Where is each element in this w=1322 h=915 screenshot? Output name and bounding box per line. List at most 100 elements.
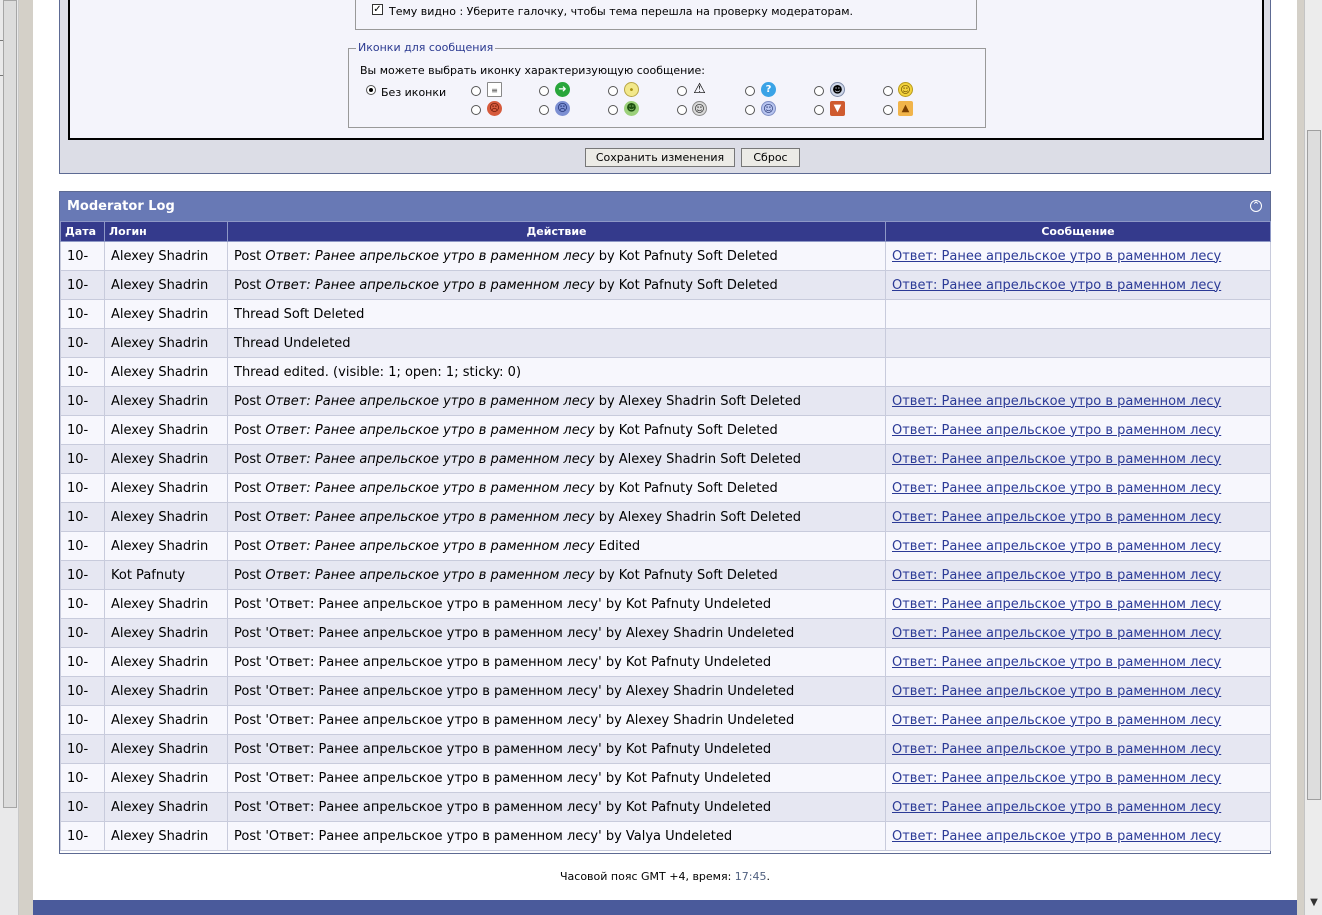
log-message: Ответ: Ранее апрельское утро в раменном … — [885, 792, 1271, 822]
log-date: 10- — [60, 676, 105, 706]
column-header-date[interactable]: Дата — [60, 221, 105, 242]
log-login: Alexey Shadrin — [104, 705, 228, 735]
cool-icon: ☻ — [830, 82, 845, 97]
message-link[interactable]: Ответ: Ранее апрельское утро в раменном … — [892, 278, 1221, 293]
moderator-log-table: Дата Логин Действие Сообщение 10- Alexey … — [60, 221, 1271, 851]
log-action-post-title: Ответ: Ранее апрельское утро в раменном … — [265, 480, 595, 496]
message-link[interactable]: Ответ: Ранее апрельское утро в раменном … — [892, 713, 1221, 728]
icon-radio[interactable] — [608, 86, 618, 96]
thread-visible-checkbox[interactable]: ✓ — [372, 4, 383, 15]
icon-radio[interactable] — [471, 105, 481, 115]
log-row: 10- Alexey Shadrin Post Ответ: Ранее апрел… — [60, 415, 1271, 445]
no-icon-radio[interactable] — [366, 85, 376, 95]
log-action-suffix: by Kot Pafnuty Soft Deleted — [594, 248, 778, 264]
scroll-down-arrow-icon[interactable]: ▼ — [1307, 897, 1321, 909]
message-link[interactable]: Ответ: Ранее апрельское утро в раменном … — [892, 481, 1221, 496]
warning-icon: ⚠ — [693, 81, 706, 97]
message-link[interactable]: Ответ: Ранее апрельское утро в раменном … — [892, 539, 1221, 554]
save-changes-button[interactable]: Сохранить изменения — [585, 148, 735, 167]
log-message: Ответ: Ранее апрельское утро в раменном … — [885, 473, 1271, 503]
log-login: Alexey Shadrin — [104, 328, 228, 358]
left-scroll-thumb[interactable] — [3, 0, 17, 808]
log-action-suffix: by Kot Pafnuty Soft Deleted — [594, 422, 778, 438]
log-action: Thread edited. (visible: 1; open: 1; sti… — [227, 357, 886, 387]
log-action-suffix: by Alexey Shadrin Soft Deleted — [594, 451, 801, 467]
log-message: Ответ: Ранее апрельское утро в раменном … — [885, 241, 1271, 271]
scrollbar-thumb[interactable] — [1307, 130, 1321, 800]
vertical-scrollbar[interactable]: ▼ — [1304, 0, 1322, 915]
log-action-suffix: by Alexey Shadrin Soft Deleted — [594, 393, 801, 409]
icon-radio[interactable] — [883, 105, 893, 115]
log-action-text: Post 'Ответ: Ранее апрельское утро в рам… — [234, 712, 795, 728]
message-link[interactable]: Ответ: Ранее апрельское утро в раменном … — [892, 452, 1221, 467]
message-link[interactable]: Ответ: Ранее апрельское утро в раменном … — [892, 597, 1221, 612]
thumbs-up-icon: ▲ — [898, 101, 913, 116]
message-link[interactable]: Ответ: Ранее апрельское утро в раменном … — [892, 394, 1221, 409]
log-date: 10- — [60, 618, 105, 648]
log-row: 10- Alexey Shadrin Post 'Ответ: Ранее апре… — [60, 647, 1271, 677]
thread-visible-row: ✓ Тему видно : Уберите галочку, чтобы те… — [355, 0, 977, 30]
message-link[interactable]: Ответ: Ранее апрельское утро в раменном … — [892, 771, 1221, 786]
column-header-action[interactable]: Действие — [227, 221, 886, 242]
log-login: Alexey Shadrin — [104, 444, 228, 474]
grin-icon: ☻ — [624, 101, 639, 116]
message-link[interactable]: Ответ: Ранее апрельское утро в раменном … — [892, 800, 1221, 815]
log-login: Alexey Shadrin — [104, 299, 228, 329]
log-action-suffix: by Kot Pafnuty Soft Deleted — [594, 567, 778, 583]
column-header-login[interactable]: Логин — [104, 221, 228, 242]
log-date: 10- — [60, 444, 105, 474]
log-action: Post Ответ: Ранее апрельское утро в раме… — [227, 473, 886, 503]
message-link[interactable]: Ответ: Ранее апрельское утро в раменном … — [892, 626, 1221, 641]
log-action-post-title: Ответ: Ранее апрельское утро в раменном … — [265, 393, 595, 409]
log-message: Ответ: Ранее апрельское утро в раменном … — [885, 444, 1271, 474]
icon-radio[interactable] — [471, 86, 481, 96]
log-action-text: Post 'Ответ: Ранее апрельское утро в рам… — [234, 828, 733, 844]
message-link[interactable]: Ответ: Ранее апрельское утро в раменном … — [892, 568, 1221, 583]
icon-radio[interactable] — [677, 86, 687, 96]
log-row: 10- Alexey Shadrin Thread Soft Deleted — [60, 299, 1271, 329]
log-action: Post Ответ: Ранее апрельское утро в раме… — [227, 386, 886, 416]
collapse-icon[interactable]: ⌃ — [1250, 200, 1262, 212]
left-strip-mark — [0, 40, 3, 41]
message-link[interactable]: Ответ: Ранее апрельское утро в раменном … — [892, 655, 1221, 670]
log-date: 10- — [60, 386, 105, 416]
reset-button[interactable]: Сброс — [741, 148, 800, 167]
icon-radio[interactable] — [608, 105, 618, 115]
log-date: 10- — [60, 415, 105, 445]
current-time: 17:45 — [734, 870, 767, 883]
message-link[interactable]: Ответ: Ранее апрельское утро в раменном … — [892, 684, 1221, 699]
log-row: 10- Alexey Shadrin Post Ответ: Ранее апрел… — [60, 531, 1271, 561]
icon-radio[interactable] — [677, 105, 687, 115]
icon-radio[interactable] — [539, 105, 549, 115]
log-action-text: Thread Undeleted — [234, 335, 351, 351]
icon-radio[interactable] — [814, 105, 824, 115]
message-link[interactable]: Ответ: Ранее апрельское утро в раменном … — [892, 249, 1221, 264]
log-action-post-title: Ответ: Ранее апрельское утро в раменном … — [265, 509, 595, 525]
log-date: 10- — [60, 531, 105, 561]
icon-radio[interactable] — [814, 86, 824, 96]
log-action: Post 'Ответ: Ранее апрельское утро в рам… — [227, 647, 886, 677]
log-date: 10- — [60, 473, 105, 503]
log-message: Ответ: Ранее апрельское утро в раменном … — [885, 560, 1271, 590]
log-date: 10- — [60, 560, 105, 590]
icon-radio[interactable] — [745, 86, 755, 96]
message-link[interactable]: Ответ: Ранее апрельское утро в раменном … — [892, 423, 1221, 438]
log-action-post-title: Ответ: Ранее апрельское утро в раменном … — [265, 422, 595, 438]
log-action-text: Post — [234, 422, 266, 438]
icon-radio[interactable] — [883, 86, 893, 96]
message-link[interactable]: Ответ: Ранее апрельское утро в раменном … — [892, 829, 1221, 844]
log-date: 10- — [60, 705, 105, 735]
icon-radio[interactable] — [745, 105, 755, 115]
log-row: 10- Alexey Shadrin Post 'Ответ: Ранее апре… — [60, 618, 1271, 648]
message-link[interactable]: Ответ: Ранее апрельское утро в раменном … — [892, 742, 1221, 757]
left-strip-mark — [0, 75, 3, 76]
column-header-message[interactable]: Сообщение — [885, 221, 1271, 242]
icon-radio[interactable] — [539, 86, 549, 96]
log-action: Thread Soft Deleted — [227, 299, 886, 329]
log-row: 10- Alexey Shadrin Thread Undeleted — [60, 328, 1271, 358]
log-row: 10- Alexey Shadrin Post Ответ: Ранее апрел… — [60, 473, 1271, 503]
message-link[interactable]: Ответ: Ранее апрельское утро в раменном … — [892, 510, 1221, 525]
log-message: Ответ: Ранее апрельское утро в раменном … — [885, 589, 1271, 619]
log-row: 10- Alexey Shadrin Post Ответ: Ранее апрел… — [60, 444, 1271, 474]
log-message — [885, 328, 1271, 358]
